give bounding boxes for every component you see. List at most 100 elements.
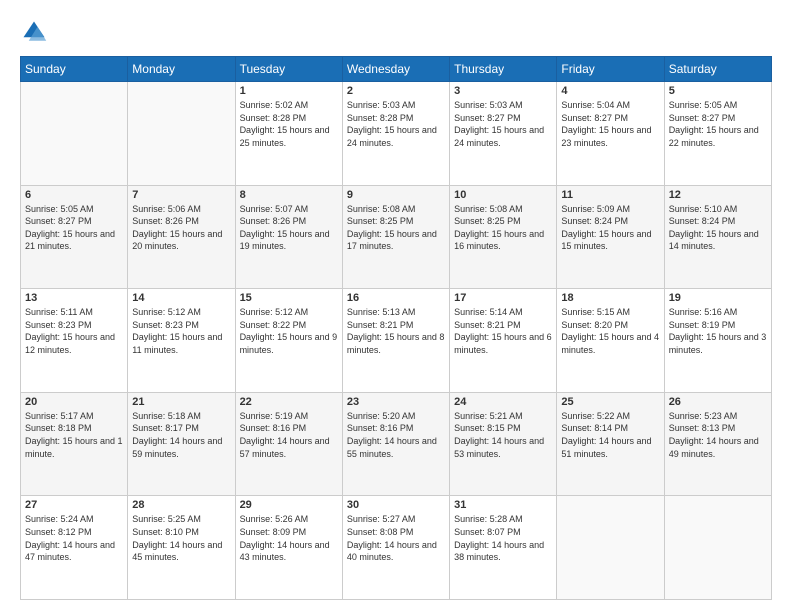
calendar-cell [664, 496, 771, 600]
weekday-header-tuesday: Tuesday [235, 57, 342, 82]
day-number: 14 [132, 292, 230, 304]
day-number: 6 [25, 189, 123, 201]
day-info: Sunrise: 5:16 AM Sunset: 8:19 PM Dayligh… [669, 306, 767, 356]
day-info: Sunrise: 5:22 AM Sunset: 8:14 PM Dayligh… [561, 410, 659, 460]
day-number: 26 [669, 396, 767, 408]
calendar-cell: 20 Sunrise: 5:17 AM Sunset: 8:18 PM Dayli… [21, 392, 128, 496]
day-info: Sunrise: 5:09 AM Sunset: 8:24 PM Dayligh… [561, 203, 659, 253]
day-info: Sunrise: 5:26 AM Sunset: 8:09 PM Dayligh… [240, 513, 338, 563]
calendar-cell: 7 Sunrise: 5:06 AM Sunset: 8:26 PM Daylig… [128, 185, 235, 289]
day-number: 27 [25, 499, 123, 511]
day-info: Sunrise: 5:14 AM Sunset: 8:21 PM Dayligh… [454, 306, 552, 356]
day-info: Sunrise: 5:11 AM Sunset: 8:23 PM Dayligh… [25, 306, 123, 356]
calendar-cell: 10 Sunrise: 5:08 AM Sunset: 8:25 PM Dayli… [450, 185, 557, 289]
calendar-week-row: 27 Sunrise: 5:24 AM Sunset: 8:12 PM Dayli… [21, 496, 772, 600]
day-info: Sunrise: 5:03 AM Sunset: 8:28 PM Dayligh… [347, 99, 445, 149]
day-info: Sunrise: 5:18 AM Sunset: 8:17 PM Dayligh… [132, 410, 230, 460]
weekday-header-wednesday: Wednesday [342, 57, 449, 82]
calendar-cell: 26 Sunrise: 5:23 AM Sunset: 8:13 PM Dayli… [664, 392, 771, 496]
day-info: Sunrise: 5:05 AM Sunset: 8:27 PM Dayligh… [669, 99, 767, 149]
day-info: Sunrise: 5:19 AM Sunset: 8:16 PM Dayligh… [240, 410, 338, 460]
calendar-cell: 14Sunrise: 5:12 AM Sunset: 8:23 PM Dayli… [128, 289, 235, 393]
day-number: 29 [240, 499, 338, 511]
day-number: 2 [347, 85, 445, 97]
day-number: 19 [669, 292, 767, 304]
day-number: 11 [561, 189, 659, 201]
calendar-cell: 2 Sunrise: 5:03 AM Sunset: 8:28 PM Daylig… [342, 82, 449, 186]
day-info: Sunrise: 5:28 AM Sunset: 8:07 PM Dayligh… [454, 513, 552, 563]
day-info: Sunrise: 5:17 AM Sunset: 8:18 PM Dayligh… [25, 410, 123, 460]
calendar-cell: 9 Sunrise: 5:08 AM Sunset: 8:25 PM Daylig… [342, 185, 449, 289]
day-number: 4 [561, 85, 659, 97]
day-info: Sunrise: 5:08 AM Sunset: 8:25 PM Dayligh… [454, 203, 552, 253]
calendar-week-row: 6 Sunrise: 5:05 AM Sunset: 8:27 PM Daylig… [21, 185, 772, 289]
calendar-cell [128, 82, 235, 186]
day-number: 21 [132, 396, 230, 408]
day-number: 24 [454, 396, 552, 408]
calendar-cell: 30 Sunrise: 5:27 AM Sunset: 8:08 PM Dayli… [342, 496, 449, 600]
day-info: Sunrise: 5:06 AM Sunset: 8:26 PM Dayligh… [132, 203, 230, 253]
weekday-header-monday: Monday [128, 57, 235, 82]
calendar-cell: 4 Sunrise: 5:04 AM Sunset: 8:27 PM Daylig… [557, 82, 664, 186]
day-number: 7 [132, 189, 230, 201]
day-number: 3 [454, 85, 552, 97]
day-number: 16 [347, 292, 445, 304]
day-number: 5 [669, 85, 767, 97]
day-number: 30 [347, 499, 445, 511]
calendar-header-row: SundayMondayTuesdayWednesdayThursdayFrid… [21, 57, 772, 82]
header [20, 18, 772, 46]
logo-icon [20, 18, 48, 46]
day-number: 20 [25, 396, 123, 408]
weekday-header-sunday: Sunday [21, 57, 128, 82]
day-info: Sunrise: 5:02 AM Sunset: 8:28 PM Dayligh… [240, 99, 338, 149]
day-info: Sunrise: 5:24 AM Sunset: 8:12 PM Dayligh… [25, 513, 123, 563]
day-info: Sunrise: 5:25 AM Sunset: 8:10 PM Dayligh… [132, 513, 230, 563]
calendar-cell: 25 Sunrise: 5:22 AM Sunset: 8:14 PM Dayli… [557, 392, 664, 496]
day-info: Sunrise: 5:15 AM Sunset: 8:20 PM Dayligh… [561, 306, 659, 356]
calendar-cell: 6 Sunrise: 5:05 AM Sunset: 8:27 PM Daylig… [21, 185, 128, 289]
day-number: 28 [132, 499, 230, 511]
day-info: Sunrise: 5:23 AM Sunset: 8:13 PM Dayligh… [669, 410, 767, 460]
day-info: Sunrise: 5:04 AM Sunset: 8:27 PM Dayligh… [561, 99, 659, 149]
day-number: 23 [347, 396, 445, 408]
calendar-cell: 24 Sunrise: 5:21 AM Sunset: 8:15 PM Dayli… [450, 392, 557, 496]
calendar-cell: 13 Sunrise: 5:11 AM Sunset: 8:23 PM Dayli… [21, 289, 128, 393]
calendar-cell: 8 Sunrise: 5:07 AM Sunset: 8:26 PM Daylig… [235, 185, 342, 289]
day-info: Sunrise: 5:27 AM Sunset: 8:08 PM Dayligh… [347, 513, 445, 563]
day-info: Sunrise: 5:05 AM Sunset: 8:27 PM Dayligh… [25, 203, 123, 253]
day-number: 13 [25, 292, 123, 304]
day-info: Sunrise: 5:07 AM Sunset: 8:26 PM Dayligh… [240, 203, 338, 253]
day-info: Sunrise: 5:13 AM Sunset: 8:21 PM Dayligh… [347, 306, 445, 356]
calendar-cell: 11 Sunrise: 5:09 AM Sunset: 8:24 PM Dayli… [557, 185, 664, 289]
day-number: 12 [669, 189, 767, 201]
day-number: 31 [454, 499, 552, 511]
calendar-week-row: 20 Sunrise: 5:17 AM Sunset: 8:18 PM Dayli… [21, 392, 772, 496]
day-number: 9 [347, 189, 445, 201]
logo [20, 18, 52, 46]
day-info: Sunrise: 5:20 AM Sunset: 8:16 PM Dayligh… [347, 410, 445, 460]
calendar-cell: 15Sunrise: 5:12 AM Sunset: 8:22 PM Dayli… [235, 289, 342, 393]
weekday-header-thursday: Thursday [450, 57, 557, 82]
day-number: 8 [240, 189, 338, 201]
calendar-cell: 22 Sunrise: 5:19 AM Sunset: 8:16 PM Dayli… [235, 392, 342, 496]
day-info: Sunrise: 5:08 AM Sunset: 8:25 PM Dayligh… [347, 203, 445, 253]
calendar-table: SundayMondayTuesdayWednesdayThursdayFrid… [20, 56, 772, 600]
calendar-cell [21, 82, 128, 186]
calendar-cell: 18Sunrise: 5:15 AM Sunset: 8:20 PM Dayli… [557, 289, 664, 393]
day-number: 25 [561, 396, 659, 408]
day-number: 1 [240, 85, 338, 97]
day-info: Sunrise: 5:10 AM Sunset: 8:24 PM Dayligh… [669, 203, 767, 253]
calendar-cell: 12 Sunrise: 5:10 AM Sunset: 8:24 PM Dayli… [664, 185, 771, 289]
weekday-header-saturday: Saturday [664, 57, 771, 82]
calendar-cell: 23 Sunrise: 5:20 AM Sunset: 8:16 PM Dayli… [342, 392, 449, 496]
calendar-cell [557, 496, 664, 600]
calendar-week-row: 1 Sunrise: 5:02 AM Sunset: 8:28 PM Daylig… [21, 82, 772, 186]
calendar-cell: 31 Sunrise: 5:28 AM Sunset: 8:07 PM Dayli… [450, 496, 557, 600]
day-number: 10 [454, 189, 552, 201]
day-info: Sunrise: 5:21 AM Sunset: 8:15 PM Dayligh… [454, 410, 552, 460]
day-number: 22 [240, 396, 338, 408]
day-number: 17 [454, 292, 552, 304]
calendar-cell: 28 Sunrise: 5:25 AM Sunset: 8:10 PM Dayli… [128, 496, 235, 600]
page: SundayMondayTuesdayWednesdayThursdayFrid… [0, 0, 792, 612]
day-info: Sunrise: 5:12 AM Sunset: 8:22 PM Dayligh… [240, 306, 338, 356]
